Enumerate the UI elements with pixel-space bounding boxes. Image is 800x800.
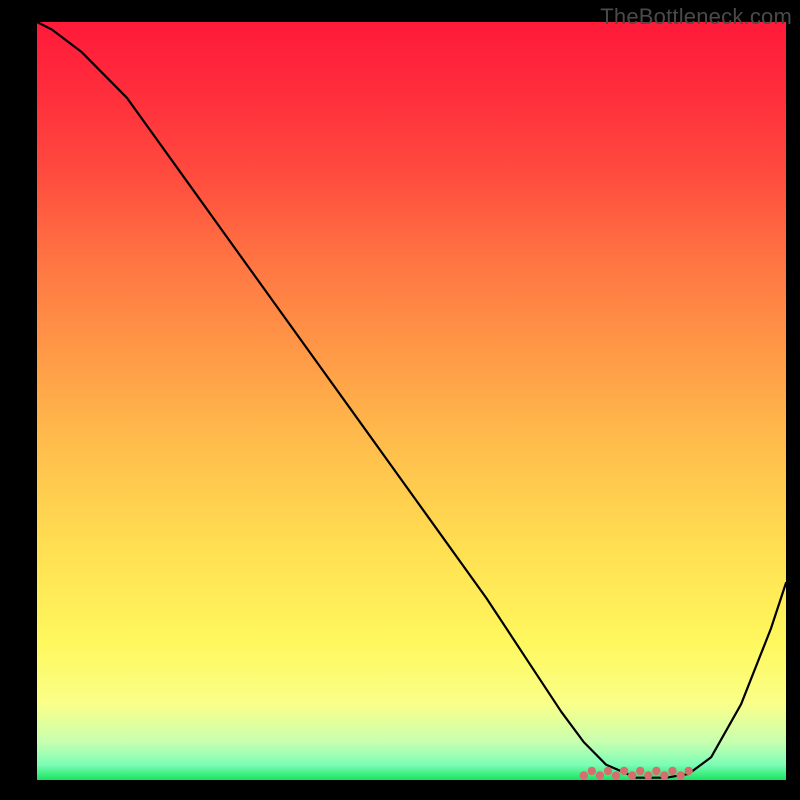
- optimal-dot: [660, 771, 668, 779]
- optimal-dot: [612, 771, 620, 779]
- optimal-dot: [580, 771, 588, 779]
- chart-container: TheBottleneck.com: [0, 0, 800, 800]
- bottleneck-curve: [37, 22, 786, 778]
- optimal-dot: [604, 767, 612, 775]
- optimal-dot: [644, 771, 652, 779]
- optimal-dot: [676, 771, 684, 779]
- optimal-dot: [684, 767, 692, 775]
- optimal-dot: [620, 767, 628, 775]
- optimal-dot: [588, 767, 596, 775]
- chart-overlay: [0, 0, 800, 800]
- optimal-dot: [668, 767, 676, 775]
- optimal-dot: [652, 767, 660, 775]
- optimal-dot: [628, 771, 636, 779]
- optimal-dot: [636, 767, 644, 775]
- optimal-dot: [596, 771, 604, 779]
